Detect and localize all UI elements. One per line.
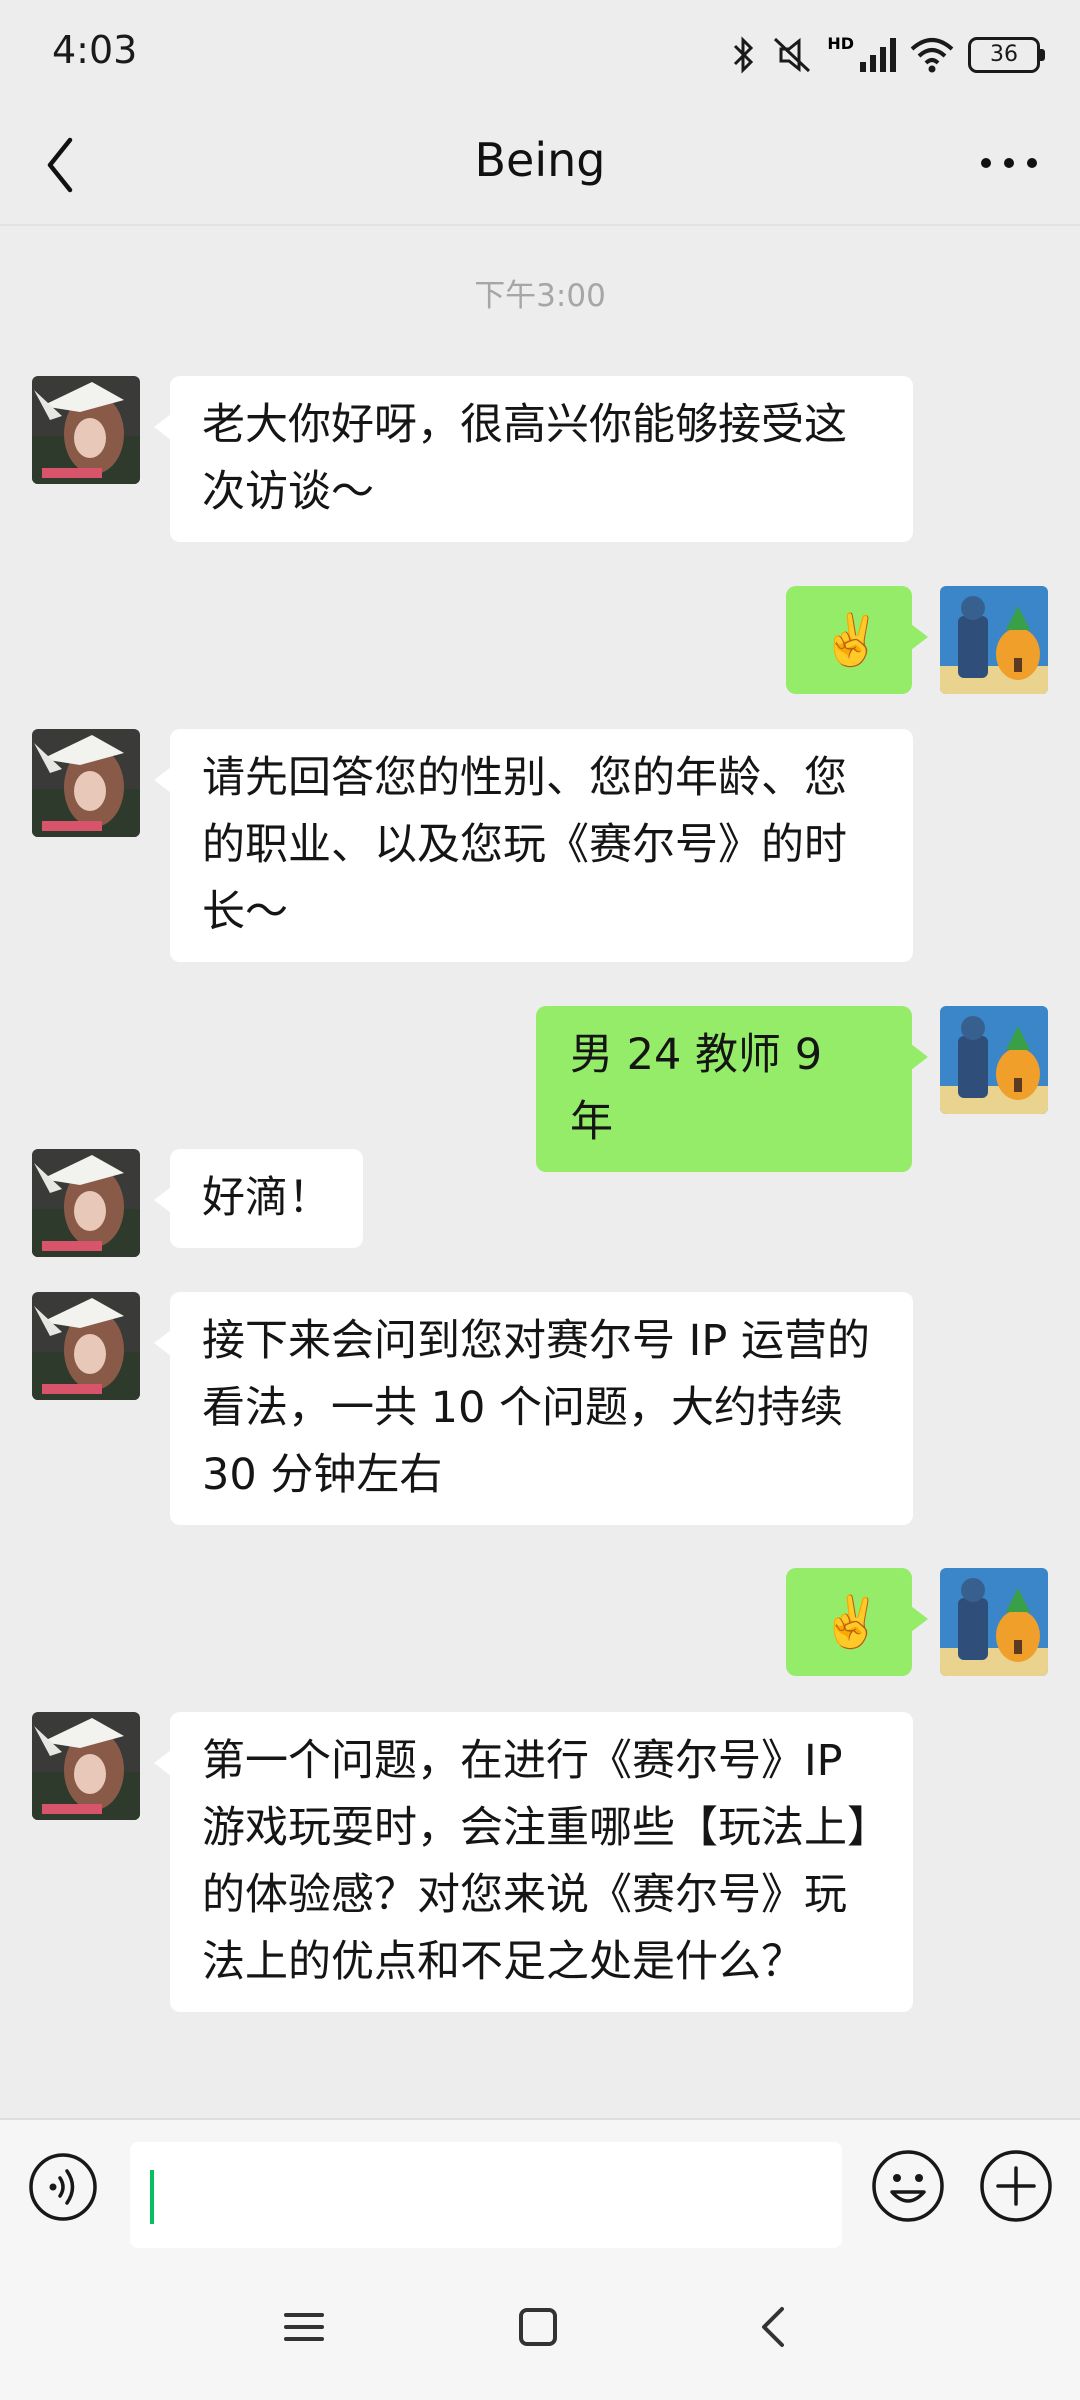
status-icons: HD 36 bbox=[731, 30, 1045, 80]
message-bubble-outgoing[interactable]: ✌️ bbox=[786, 1568, 928, 1676]
my-avatar[interactable] bbox=[940, 586, 1048, 694]
victory-hand-emoji: ✌️ bbox=[820, 611, 883, 669]
back-icon[interactable] bbox=[744, 2297, 804, 2357]
voice-icon[interactable] bbox=[28, 2152, 98, 2222]
victory-hand-emoji: ✌️ bbox=[820, 1593, 883, 1651]
chat-title: Being bbox=[474, 133, 606, 187]
message-bubble-incoming[interactable]: 请先回答您的性别、您的年龄、您的职业、以及您玩《赛尔号》的时长～ bbox=[154, 729, 913, 962]
contact-avatar[interactable] bbox=[32, 1149, 140, 1257]
message-bubble-incoming[interactable]: 接下来会问到您对赛尔号 IP 运营的看法，一共 10 个问题，大约持续 30 分… bbox=[154, 1292, 913, 1525]
contact-avatar[interactable] bbox=[32, 1712, 140, 1820]
message-text: 男 24 教师 9 年 bbox=[570, 1030, 823, 1147]
chat-header: Being bbox=[0, 105, 1080, 220]
message-bubble-incoming[interactable]: 老大你好呀，很高兴你能够接受这次访谈～ bbox=[154, 376, 913, 542]
signal-icon bbox=[860, 38, 896, 72]
message-input[interactable] bbox=[130, 2142, 842, 2248]
hd-badge: HD bbox=[827, 33, 854, 53]
emoji-icon[interactable] bbox=[870, 2148, 946, 2224]
system-navigation-bar bbox=[0, 2253, 1080, 2400]
menu-icon[interactable] bbox=[274, 2297, 334, 2357]
text-caret bbox=[150, 2170, 154, 2224]
status-bar: 4:03 HD 36 bbox=[0, 0, 1080, 105]
message-timestamp: 下午3:00 bbox=[474, 278, 606, 314]
bluetooth-icon bbox=[734, 36, 754, 74]
plus-icon[interactable] bbox=[978, 2148, 1054, 2224]
input-bar bbox=[0, 2118, 1080, 2255]
message-bubble-outgoing[interactable]: 男 24 教师 9 年 bbox=[536, 1006, 928, 1172]
message-bubble-outgoing[interactable]: ✌️ bbox=[786, 586, 928, 694]
status-time: 4:03 bbox=[52, 28, 138, 72]
my-avatar[interactable] bbox=[940, 1006, 1048, 1114]
message-bubble-incoming[interactable]: 好滴！ bbox=[154, 1149, 363, 1248]
home-icon[interactable] bbox=[508, 2297, 568, 2357]
message-text: 老大你好呀，很高兴你能够接受这次访谈～ bbox=[202, 400, 847, 517]
message-text: 接下来会问到您对赛尔号 IP 运营的看法，一共 10 个问题，大约持续 30 分… bbox=[202, 1316, 870, 1500]
battery-level: 36 bbox=[990, 42, 1018, 67]
mute-icon bbox=[774, 37, 811, 73]
wifi-icon bbox=[910, 38, 954, 73]
contact-avatar[interactable] bbox=[32, 376, 140, 484]
message-text: 第一个问题，在进行《赛尔号》IP 游戏玩耍时，会注重哪些【玩法上】的体验感？对您… bbox=[202, 1736, 869, 1987]
more-icon[interactable] bbox=[974, 143, 1044, 183]
header-divider bbox=[0, 224, 1080, 226]
message-bubble-incoming[interactable]: 第一个问题，在进行《赛尔号》IP 游戏玩耍时，会注重哪些【玩法上】的体验感？对您… bbox=[154, 1712, 913, 2012]
contact-avatar[interactable] bbox=[32, 1292, 140, 1400]
battery-icon: 36 bbox=[968, 37, 1045, 73]
message-text: 请先回答您的性别、您的年龄、您的职业、以及您玩《赛尔号》的时长～ bbox=[202, 753, 847, 937]
my-avatar[interactable] bbox=[940, 1568, 1048, 1676]
message-text: 好滴！ bbox=[202, 1173, 331, 1223]
contact-avatar[interactable] bbox=[32, 729, 140, 837]
